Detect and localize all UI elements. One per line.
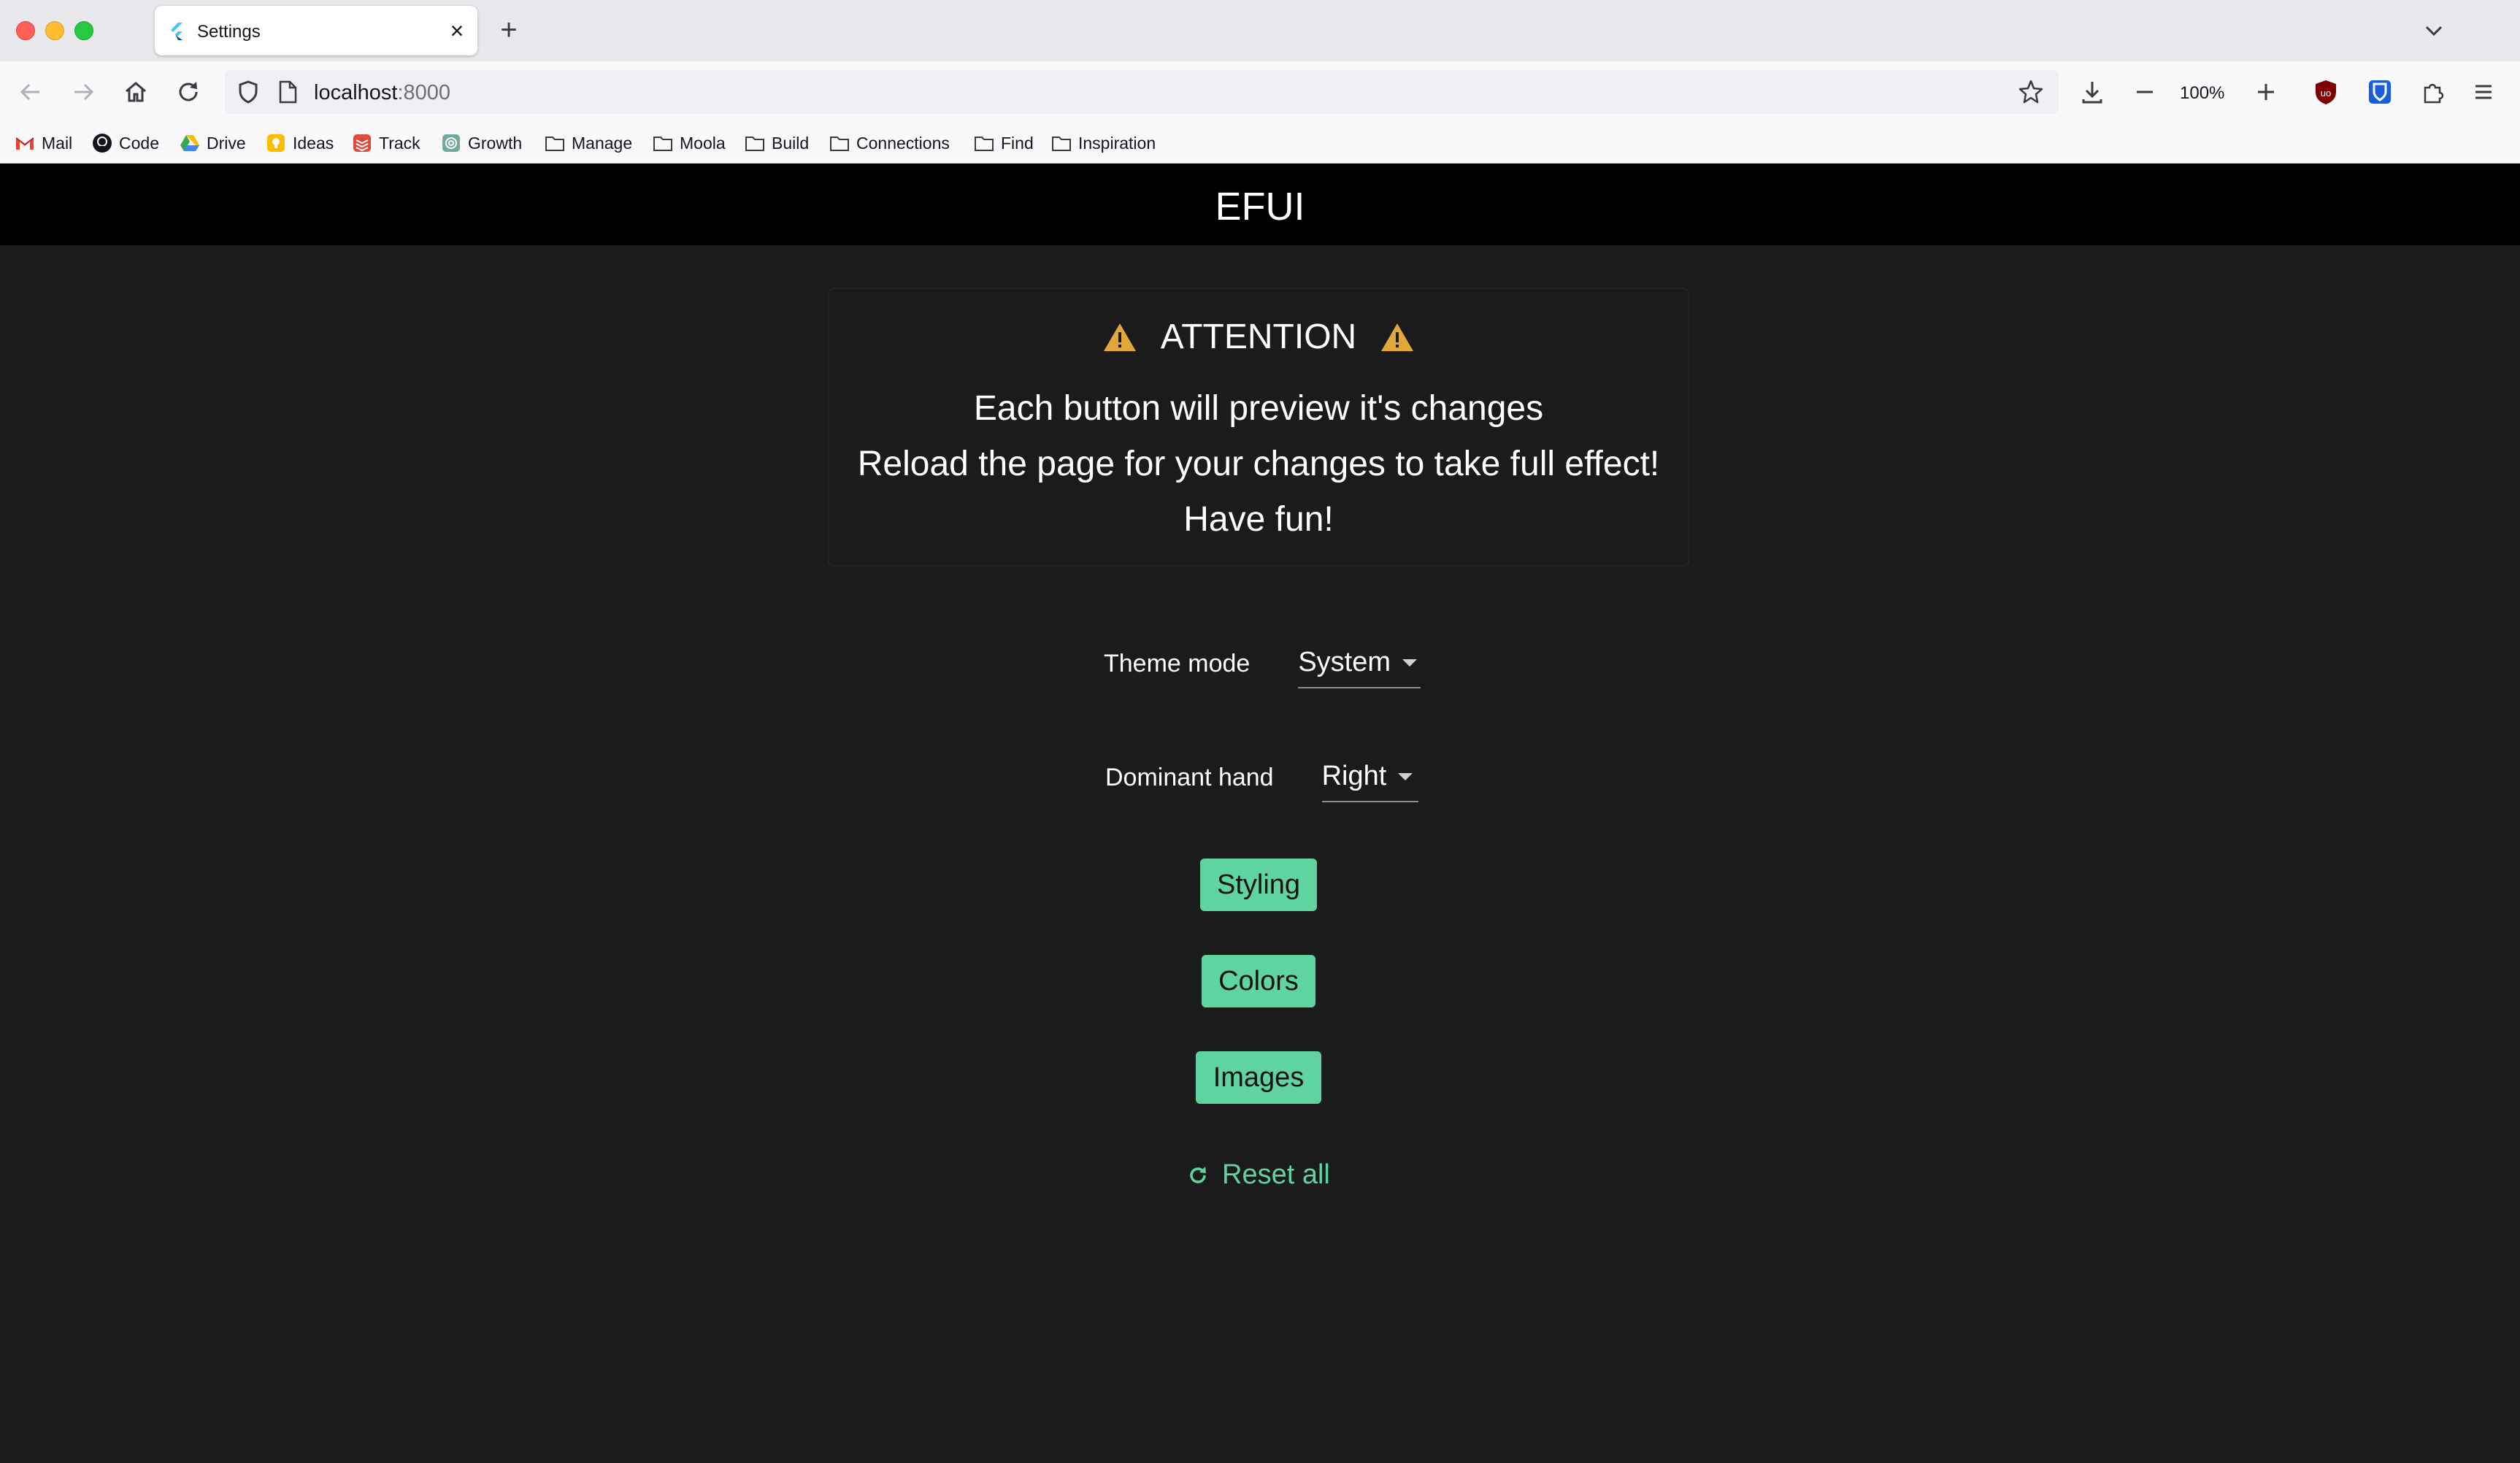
extensions-icon[interactable]	[2416, 76, 2448, 108]
browser-chrome: Settings × + localhost:8000 100% uo Mail…	[0, 0, 2520, 164]
openai-icon	[441, 133, 461, 153]
bookmark-label: Code	[119, 133, 159, 153]
attention-line: Each button will preview it's changes	[973, 389, 1544, 428]
refresh-icon	[1190, 1166, 1206, 1183]
url-host: localhost	[314, 81, 398, 104]
bookmark-folder-moola[interactable]: Moola	[653, 131, 726, 155]
bookmark-label: Ideas	[293, 133, 334, 153]
dominant-hand-dropdown[interactable]: Right	[1321, 761, 1418, 802]
bookmark-label: Connections	[856, 133, 950, 153]
url-text[interactable]: localhost:8000	[314, 81, 450, 105]
attention-title: ATTENTION	[1160, 318, 1357, 356]
reload-icon[interactable]	[172, 76, 204, 108]
ublock-origin-icon[interactable]: uo	[2310, 76, 2342, 108]
keep-icon	[266, 133, 286, 153]
bookmark-folder-manage[interactable]: Manage	[545, 131, 632, 155]
theme-mode-value: System	[1298, 647, 1391, 677]
app-bar: EFUI	[0, 164, 2520, 245]
flutter-icon	[171, 23, 183, 40]
folder-icon	[545, 133, 565, 153]
bookmark-label: Track	[379, 133, 420, 153]
minimize-window-button[interactable]	[45, 21, 64, 40]
zoom-out-icon[interactable]	[2129, 76, 2161, 108]
dominant-hand-value: Right	[1321, 761, 1387, 791]
navigation-toolbar: localhost:8000 100% uo	[0, 61, 2520, 123]
bitwarden-icon[interactable]	[2364, 76, 2396, 108]
menu-icon[interactable]	[2467, 76, 2500, 108]
attention-line: Reload the page for your changes to take…	[857, 445, 1660, 483]
bookmark-track[interactable]: Track	[352, 131, 420, 155]
bookmark-label: Find	[1001, 133, 1034, 153]
bookmark-ideas[interactable]: Ideas	[266, 131, 334, 155]
bookmark-folder-find[interactable]: Find	[974, 131, 1034, 155]
page-icon	[279, 80, 297, 104]
maximize-window-button[interactable]	[74, 21, 93, 40]
warning-icon	[1103, 323, 1136, 351]
bookmark-mail[interactable]: Mail	[15, 131, 72, 155]
styling-button[interactable]: Styling	[1200, 859, 1317, 911]
dominant-hand-row: Dominant hand Right	[1105, 761, 1418, 802]
github-icon	[92, 133, 112, 153]
zoom-in-icon[interactable]	[2250, 76, 2282, 108]
bookmark-label: Inspiration	[1078, 133, 1156, 153]
dropdown-caret-icon	[1402, 658, 1418, 667]
gmail-icon	[15, 133, 35, 153]
bookmark-folder-inspiration[interactable]: Inspiration	[1051, 131, 1156, 155]
bookmarks-toolbar: Mail Code Drive Ideas Track Growth Manag…	[0, 123, 2520, 164]
back-arrow-icon[interactable]	[15, 76, 47, 108]
reset-all-button[interactable]: Reset all	[1187, 1159, 1330, 1191]
dropdown-caret-icon	[1398, 772, 1413, 780]
theme-mode-dropdown[interactable]: System	[1298, 647, 1421, 688]
google-drive-icon	[180, 133, 200, 153]
folder-icon	[745, 133, 765, 153]
close-window-button[interactable]	[16, 21, 35, 40]
bookmark-folder-connections[interactable]: Connections	[829, 131, 950, 155]
app-title: EFUI	[1215, 185, 1305, 229]
zoom-level[interactable]: 100%	[2180, 83, 2224, 104]
folder-icon	[653, 133, 673, 153]
warning-icon	[1381, 323, 1414, 351]
download-icon[interactable]	[2076, 76, 2108, 108]
close-tab-icon[interactable]: ×	[444, 18, 470, 44]
forward-arrow-icon[interactable]	[67, 76, 99, 108]
tab-settings[interactable]: Settings ×	[155, 6, 477, 55]
bookmark-label: Mail	[42, 133, 73, 153]
home-icon[interactable]	[120, 76, 152, 108]
todoist-icon	[352, 133, 372, 153]
images-button[interactable]: Images	[1196, 1051, 1321, 1104]
bookmark-drive[interactable]: Drive	[180, 131, 246, 155]
theme-mode-label: Theme mode	[1104, 650, 1251, 677]
star-icon[interactable]	[2018, 79, 2044, 105]
bookmark-label: Drive	[207, 133, 246, 153]
bookmark-label: Growth	[468, 133, 523, 153]
bookmark-code[interactable]: Code	[92, 131, 159, 155]
bookmark-label: Moola	[680, 133, 726, 153]
attention-card: ATTENTION Each button will preview it's …	[828, 288, 1689, 567]
dominant-hand-label: Dominant hand	[1105, 764, 1274, 791]
theme-mode-row: Theme mode System	[1104, 647, 1421, 688]
bookmark-label: Build	[772, 133, 810, 153]
url-port: :8000	[397, 81, 451, 104]
folder-icon	[829, 133, 850, 153]
attention-line: Have fun!	[1183, 500, 1334, 539]
tab-title: Settings	[197, 22, 261, 42]
new-tab-button[interactable]: +	[493, 15, 524, 45]
bookmark-folder-build[interactable]: Build	[745, 131, 809, 155]
url-bar[interactable]: localhost:8000	[225, 70, 2059, 114]
chevron-down-icon[interactable]	[2419, 16, 2448, 45]
colors-button[interactable]: Colors	[1202, 955, 1315, 1007]
svg-text:uo: uo	[2321, 88, 2331, 99]
bookmark-label: Manage	[572, 133, 633, 153]
bookmark-growth[interactable]: Growth	[441, 131, 522, 155]
folder-icon	[974, 133, 994, 153]
reset-all-label: Reset all	[1222, 1159, 1330, 1190]
tab-strip: Settings × +	[0, 0, 2520, 61]
folder-icon	[1051, 133, 1072, 153]
shield-icon[interactable]	[235, 79, 261, 105]
attention-header: ATTENTION	[829, 317, 1688, 357]
